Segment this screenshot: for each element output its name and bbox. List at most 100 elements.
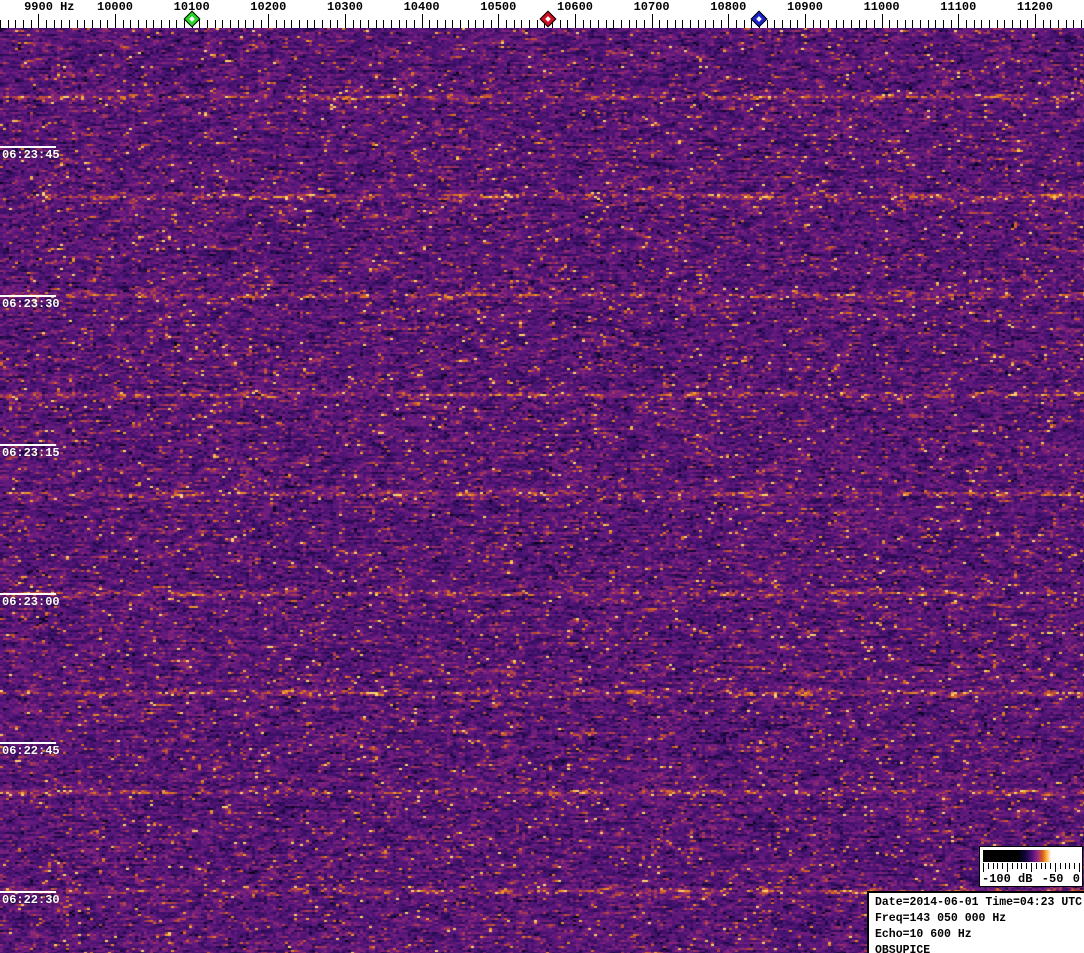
freq-minor-tick [605, 20, 607, 28]
freq-minor-tick [889, 20, 891, 28]
freq-minor-tick [1019, 20, 1021, 28]
colorbar-gradient [983, 850, 1079, 862]
colorbar-tick [1055, 863, 1056, 872]
colorbar-tick [1011, 863, 1013, 869]
freq-minor-tick [276, 20, 277, 28]
freq-minor-tick [1042, 20, 1044, 28]
freq-minor-tick [107, 20, 109, 28]
freq-minor-tick [628, 20, 630, 28]
freq-minor-tick [766, 20, 768, 28]
freq-marker-blue[interactable] [750, 10, 768, 28]
freq-marker-red[interactable] [539, 10, 557, 28]
spectrogram-viewer: 9900 Hz 10000 10100 10200 10300 10400 10500 106… [0, 0, 1084, 953]
freq-minor-tick [667, 20, 668, 28]
colorbar-label-max: 0 [1072, 872, 1080, 886]
freq-minor-tick [513, 20, 515, 28]
freq-minor-tick [260, 20, 262, 28]
freq-minor-tick [582, 20, 584, 28]
info-line-station: OBSUPICE [875, 944, 931, 953]
freq-minor-tick [253, 20, 254, 28]
freq-minor-tick [1057, 20, 1059, 28]
freq-minor-tick [299, 20, 300, 28]
frequency-axis: 9900 Hz 10000 10100 10200 10300 10400 10500 106… [0, 0, 1084, 28]
freq-major-tick [421, 14, 423, 28]
freq-minor-tick [130, 20, 132, 28]
freq-tick-label: 10400 [403, 0, 440, 14]
colorbar-tick [1040, 863, 1042, 869]
freq-major-tick [1034, 14, 1036, 28]
info-line-frequency: Freq=143 050 000 Hz [875, 912, 1007, 925]
freq-minor-tick [69, 20, 70, 28]
colorbar-tick [1064, 863, 1066, 869]
freq-minor-tick [329, 20, 331, 28]
colorbar-tick [1026, 863, 1028, 869]
freq-tick-label: 10600 [556, 0, 594, 14]
freq-minor-tick [797, 20, 799, 28]
freq-minor-tick [230, 20, 231, 28]
freq-minor-tick [475, 20, 477, 28]
freq-tick-label: 11100 [940, 0, 977, 14]
freq-tick-label: 10200 [250, 0, 287, 14]
colorbar-tick [1031, 863, 1032, 872]
freq-minor-tick [92, 20, 93, 28]
freq-major-tick [498, 14, 500, 28]
colorbar-tick [1045, 863, 1047, 869]
freq-minor-tick [176, 20, 178, 28]
colorbar-tick [992, 863, 994, 869]
freq-tick-label: 10700 [633, 0, 670, 14]
freq-minor-tick [222, 20, 224, 28]
freq-minor-tick [76, 20, 78, 28]
freq-minor-tick [15, 20, 17, 28]
freq-major-tick [728, 14, 730, 28]
freq-minor-tick [0, 20, 1, 28]
freq-minor-tick [736, 20, 737, 28]
info-box: Date=2014-06-01 Time=04:23 UTC Freq=143 … [867, 891, 1084, 953]
freq-minor-tick [621, 20, 622, 28]
colorbar-tick [1002, 863, 1004, 869]
freq-minor-tick [536, 20, 538, 28]
freq-minor-tick [690, 20, 691, 28]
freq-minor-tick [214, 20, 216, 28]
freq-minor-tick [467, 20, 469, 28]
freq-minor-tick [444, 20, 446, 28]
freq-minor-tick [145, 20, 147, 28]
freq-minor-tick [7, 20, 9, 28]
colorbar-tick [997, 863, 999, 869]
colorbar-tick [987, 863, 989, 869]
freq-minor-tick [827, 20, 829, 28]
freq-marker-green-center-dot [188, 16, 195, 22]
freq-major-tick [268, 14, 270, 28]
freq-minor-tick [743, 20, 745, 28]
freq-minor-tick [789, 20, 791, 28]
info-line-date-time: Date=2014-06-01 Time=04:23 UTC [875, 896, 1083, 909]
freq-minor-tick [322, 20, 323, 28]
freq-minor-tick [406, 20, 408, 28]
freq-tick-label: 10800 [710, 0, 747, 14]
freq-minor-tick [1011, 20, 1013, 28]
freq-minor-tick [720, 20, 722, 28]
freq-minor-tick [942, 20, 944, 28]
freq-minor-tick [559, 20, 561, 28]
freq-minor-tick [919, 20, 921, 28]
freq-minor-tick [636, 20, 638, 28]
freq-minor-tick [613, 20, 615, 28]
freq-tick-label: 11200 [1016, 0, 1053, 14]
spectrogram-canvas[interactable] [0, 28, 1084, 953]
colorbar-tick [1069, 863, 1071, 869]
freq-minor-tick [843, 20, 845, 28]
freq-minor-tick [283, 20, 285, 28]
freq-minor-tick [375, 20, 377, 28]
freq-minor-tick [927, 20, 929, 28]
freq-tick-label: 11000 [863, 0, 900, 14]
freq-minor-tick [981, 20, 983, 28]
colorbar-tick [1007, 863, 1008, 872]
freq-minor-tick [460, 20, 461, 28]
freq-minor-tick [360, 20, 362, 28]
colorbar-tick [983, 863, 984, 872]
freq-minor-tick [850, 20, 852, 28]
colorbar-labels: -100 dB -50 0 [982, 872, 1080, 886]
freq-marker-blue-center-dot [756, 16, 762, 22]
freq-minor-tick [99, 20, 101, 28]
freq-minor-tick [1027, 20, 1029, 28]
freq-minor-tick [996, 20, 998, 28]
